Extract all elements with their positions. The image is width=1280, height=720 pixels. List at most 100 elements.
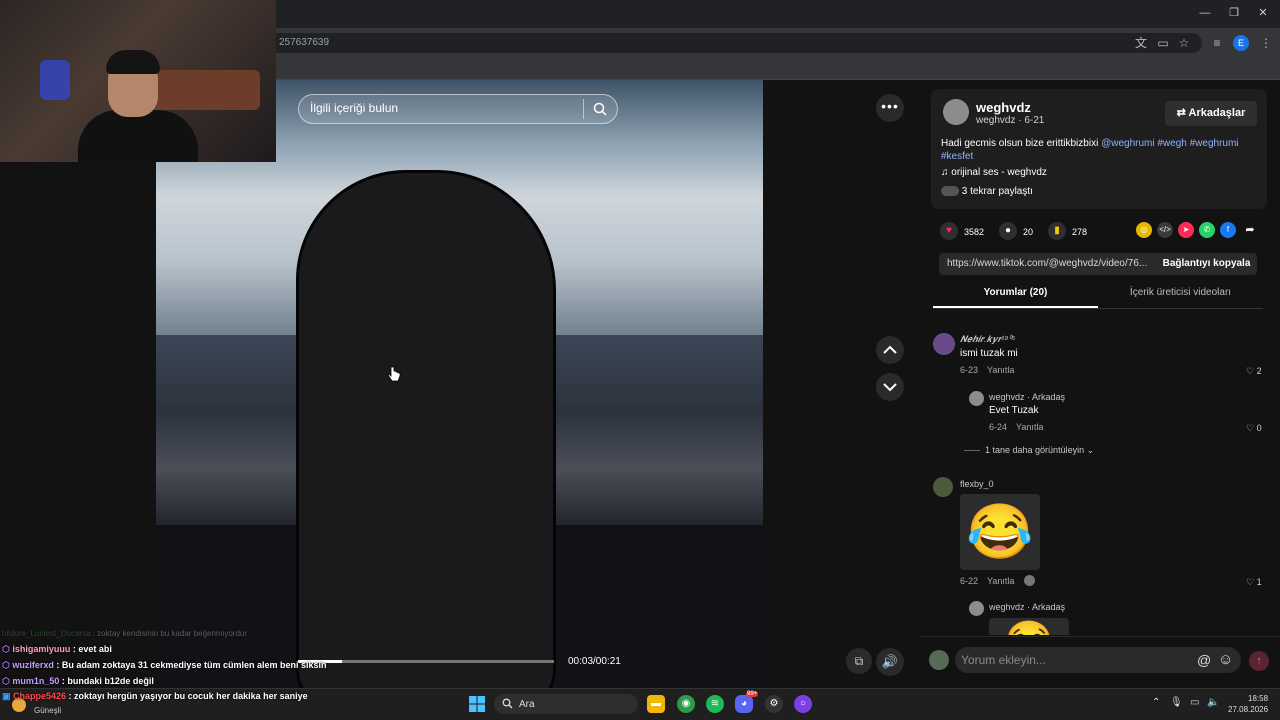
steam-icon[interactable]: ⚙ <box>765 695 783 713</box>
chat-badge-icon: ⬡ <box>2 676 13 686</box>
previous-video-button[interactable] <box>876 336 904 364</box>
next-video-button[interactable] <box>876 373 904 401</box>
chat-text: : bundaki b12de değil <box>59 676 154 686</box>
tab-creator-videos[interactable]: İçerik üreticisi videoları <box>1098 287 1263 307</box>
share-arrow-icon[interactable]: ➦ <box>1242 222 1258 238</box>
bookmark-icon[interactable]: ▮ <box>1048 222 1066 240</box>
taskbar-search-label[interactable]: Ara <box>519 699 535 710</box>
heart-outline-icon: ♡ <box>1246 366 1257 376</box>
taskbar-search[interactable] <box>494 694 638 714</box>
sound-name: orijinal ses - weghvdz <box>951 167 1047 178</box>
caption-tags[interactable]: @weghrumi #wegh #weghrumi <box>1101 138 1238 149</box>
microphone-icon[interactable]: 🎙 <box>1170 697 1183 708</box>
author-name[interactable]: weghvdz <box>976 100 1031 115</box>
video-player[interactable] <box>156 80 763 688</box>
spotify-icon[interactable]: ≋ <box>706 695 724 713</box>
webcam-body <box>78 110 198 162</box>
commenter-avatar[interactable] <box>933 477 953 497</box>
send-icon[interactable]: ➤ <box>1178 222 1194 238</box>
reply-like-button[interactable]: ♡ 0 <box>1246 423 1262 434</box>
reply-button[interactable]: Yanıtla <box>987 576 1014 586</box>
reply-avatar[interactable] <box>969 391 984 406</box>
facebook-icon[interactable]: f <box>1220 222 1236 238</box>
media-icon[interactable]: ≡ <box>1209 35 1225 51</box>
pip-button[interactable]: ⧉ <box>846 648 872 674</box>
mention-icon[interactable]: @ <box>1197 652 1211 668</box>
copy-link-button[interactable]: Bağlantıyı kopyala <box>1156 253 1257 275</box>
chat-username: wuziferxd <box>12 660 54 670</box>
webcam-hair <box>106 50 160 74</box>
chat-text: : zoktayı hergün yaşıyor bu cocuk her da… <box>66 691 308 701</box>
chevron-down-icon <box>883 383 897 392</box>
comment-username[interactable]: flexby_0 <box>960 479 994 489</box>
search-divider <box>583 99 584 119</box>
close-icon[interactable]: ✕ <box>1256 6 1270 20</box>
chat-username: mum1n_50 <box>12 676 60 686</box>
address-bar[interactable] <box>262 33 1202 53</box>
display-icon[interactable]: ▭ <box>1190 697 1199 708</box>
comment-like-count: 1 <box>1256 577 1262 587</box>
chat-username: ishigamiyuuu <box>12 644 71 654</box>
reply-button[interactable]: Yanıtla <box>1016 422 1043 432</box>
chat-message: ⬡ wuziferxd : Bu adam zoktaya 31 cekmedi… <box>2 660 327 671</box>
whatsapp-icon[interactable]: ✆ <box>1199 222 1215 238</box>
commenter-avatar[interactable] <box>933 333 955 355</box>
my-avatar <box>929 650 949 670</box>
sound-link[interactable]: ♫ orijinal ses - weghvdz <box>941 167 1047 178</box>
windows-start-icon[interactable] <box>469 696 485 712</box>
comment-like-button[interactable]: ♡ 2 <box>1246 366 1262 377</box>
tab-comments[interactable]: Yorumlar (20) <box>933 287 1098 307</box>
hand-cursor-icon <box>387 366 401 382</box>
translate-icon[interactable]: 文 <box>1133 35 1149 51</box>
star-icon[interactable]: ☆ <box>1176 35 1192 51</box>
chat-text: : zoktay kendisinin bu kadar beğenmiyord… <box>90 629 248 638</box>
clock-time[interactable]: 18:58 <box>1248 694 1268 703</box>
webcam-light <box>40 60 70 100</box>
post-comment-button[interactable]: ↑ <box>1249 651 1269 671</box>
reply-username[interactable]: weghvdz · Arkadaş <box>989 602 1065 612</box>
comment-icon[interactable]: ● <box>999 222 1017 240</box>
profile-icon[interactable]: E <box>1233 35 1249 51</box>
like-button[interactable]: ♥ <box>940 222 958 240</box>
clock-date[interactable]: 27.08.2026 <box>1228 705 1268 714</box>
volume-button[interactable]: 🔊 <box>876 648 904 676</box>
more-options-button[interactable]: ••• <box>876 94 904 122</box>
speaker-icon[interactable]: 🔈 <box>1207 697 1219 708</box>
emoji-icon[interactable]: ☺ <box>1218 651 1233 668</box>
search-icon[interactable] <box>592 101 608 117</box>
restore-icon[interactable]: ❐ <box>1227 6 1241 20</box>
menu-icon[interactable]: ⋮ <box>1258 35 1274 51</box>
chrome-icon[interactable]: ◉ <box>677 695 695 713</box>
like-count: 3582 <box>964 227 985 237</box>
discord-badge: 99+ <box>746 691 759 697</box>
chevron-down-icon: ⌄ <box>1084 445 1095 455</box>
author-avatar[interactable] <box>943 99 969 125</box>
comment-username[interactable]: 𝑵𝒆𝒉𝒊𝒓.𝒌𝒚𝒓¹⁹⁰⁵ <box>960 334 1015 345</box>
caption-tag-kesfet[interactable]: #kesfet <box>941 151 973 162</box>
reply-username[interactable]: weghvdz · Arkadaş <box>989 392 1065 402</box>
file-explorer-icon[interactable]: ▬ <box>647 695 665 713</box>
comment-emoji-image: 😂 <box>960 494 1040 570</box>
comment-like-button[interactable]: ♡ 1 <box>1246 577 1262 588</box>
tab-active-indicator <box>933 306 1098 308</box>
chat-message: ⬡ ishigamiyuuu : evet abi <box>2 644 112 655</box>
reply-avatar[interactable] <box>969 601 984 616</box>
weather-label[interactable]: Güneşli <box>34 706 61 715</box>
coin-icon[interactable]: ◎ <box>1136 222 1152 238</box>
author-subtitle: weghvdz · 6-21 <box>976 115 1045 126</box>
embed-icon[interactable]: </> <box>1157 222 1173 238</box>
friends-button[interactable]: ⇄ Arkadaşlar <box>1165 101 1257 126</box>
cast-icon[interactable]: ▭ <box>1155 35 1171 51</box>
video-link[interactable]: https://www.tiktok.com/@weghvdz/video/76… <box>947 258 1152 269</box>
tray-chevron-icon[interactable]: ⌃ <box>1152 697 1160 708</box>
minimize-icon[interactable]: — <box>1198 6 1212 20</box>
comment-like-count: 2 <box>1256 366 1262 376</box>
video-search-placeholder[interactable]: İlgili içeriği bulun <box>310 101 398 115</box>
discord-icon[interactable]: ◕ <box>735 695 753 713</box>
taskbar-search-icon <box>502 698 513 709</box>
app-icon[interactable]: ○ <box>794 695 812 713</box>
repost-info[interactable]: 3 tekrar paylaştı <box>941 186 1033 197</box>
reply-button[interactable]: Yanıtla <box>987 365 1014 375</box>
view-more-replies[interactable]: 1 tane daha görüntüleyin ⌄ <box>985 445 1094 456</box>
address-url[interactable]: 257637639 <box>279 37 329 48</box>
